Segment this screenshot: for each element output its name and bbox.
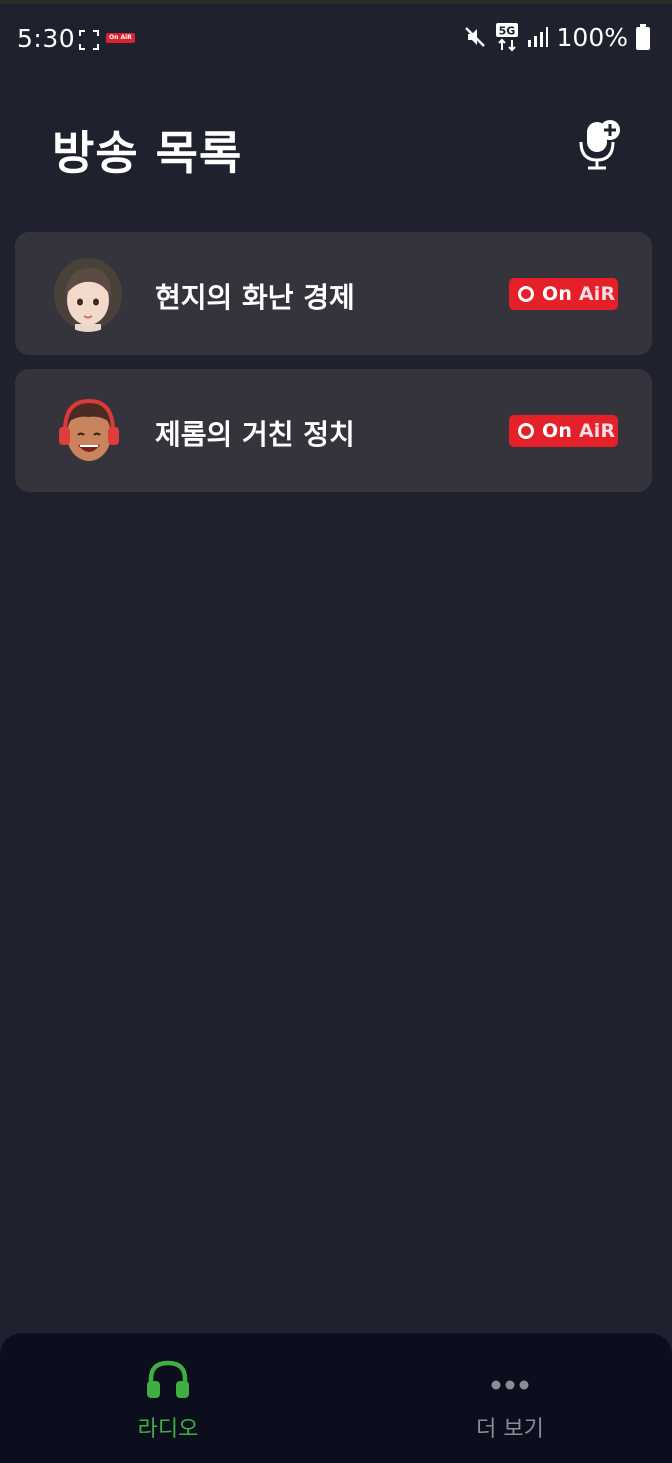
status-bar: 5:30 On AiR 5G 100%: [0, 4, 672, 68]
add-broadcast-mic-button[interactable]: [578, 118, 624, 172]
live-dot-icon: [518, 423, 534, 439]
broadcast-card-1[interactable]: 현지의 화난 경제 On AiR: [15, 232, 652, 355]
mute-icon: [464, 27, 485, 47]
onair-badge: On AiR: [509, 278, 618, 310]
page-title: 방송 목록: [52, 126, 243, 180]
tab-more[interactable]: 더 보기: [342, 1333, 672, 1463]
more-dots-icon: [491, 1380, 529, 1390]
broadcast-title: 제롬의 거친 정치: [155, 418, 355, 451]
battery-icon: [636, 24, 650, 50]
bottom-tab-bar: 라디오 더 보기: [0, 1332, 672, 1463]
network-label: 5G: [498, 25, 515, 38]
broadcast-title: 현지의 화난 경제: [155, 281, 355, 314]
tab-more-label: 더 보기: [476, 1417, 544, 1442]
headphones-icon: [147, 1360, 189, 1398]
tab-radio[interactable]: 라디오: [0, 1333, 336, 1463]
man-headphones-avatar: [51, 393, 125, 469]
tab-radio-label: 라디오: [137, 1417, 199, 1442]
woman-avatar: [51, 256, 125, 332]
mini-onair-badge: On AiR: [106, 33, 135, 43]
battery-percent: 100%: [556, 22, 628, 52]
status-icons: 5G 100%: [463, 22, 650, 52]
live-dot-icon: [518, 286, 534, 302]
onair-badge: On AiR: [509, 415, 618, 447]
network-5g-icon: 5G: [495, 23, 518, 52]
badge-air-text: AiR: [578, 283, 616, 305]
signal-icon: [527, 27, 548, 47]
badge-air-text: AiR: [578, 420, 616, 442]
screenshot-frame-icon: [79, 30, 99, 50]
broadcast-card-2[interactable]: 제롬의 거친 정치 On AiR: [15, 369, 652, 492]
badge-on-text: On: [542, 420, 579, 442]
status-time: 5:30: [17, 24, 76, 53]
badge-on-text: On: [542, 283, 579, 305]
